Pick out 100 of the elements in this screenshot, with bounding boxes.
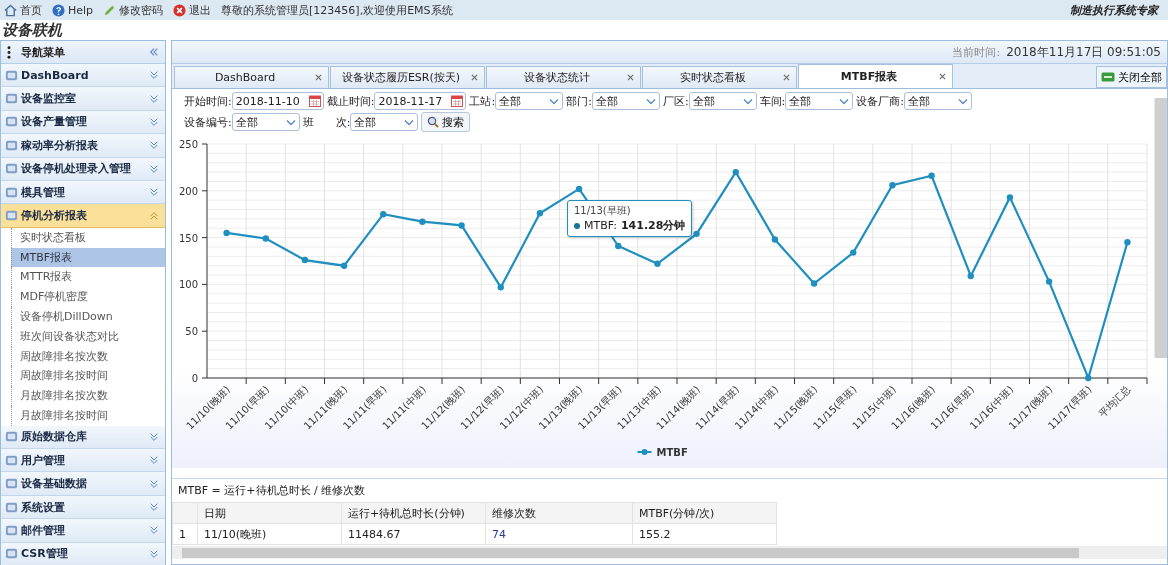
filter-label: 工站: (469, 93, 496, 109)
toolbar-link[interactable]: 首页 (4, 2, 42, 18)
tab[interactable]: MTBF报表 (798, 64, 953, 88)
close-icon[interactable] (315, 74, 322, 81)
square-icon (5, 68, 18, 82)
menu-item[interactable]: 设备停机DillDown (11, 306, 165, 327)
date-field[interactable]: 2018-11-17 (374, 92, 467, 110)
axis-tick-label: 100 (178, 279, 198, 291)
chevron-down-icon (149, 93, 159, 104)
calendar-icon[interactable] (451, 95, 464, 107)
table-cell: 74 (485, 523, 633, 545)
axis-tick-label: 150 (178, 232, 198, 244)
close-icon[interactable] (471, 74, 478, 81)
column-header: 运行+待机总时长(分钟) (341, 502, 486, 524)
time-label: 当前时间: (952, 44, 1001, 60)
data-point (419, 218, 426, 225)
close-icon[interactable] (783, 74, 790, 81)
close-all-button[interactable]: 关闭全部 (1096, 66, 1167, 88)
legend-marker-icon (636, 449, 653, 455)
chevron-down-icon (149, 455, 159, 466)
toolbar-link[interactable]: Help (52, 3, 94, 17)
pencil-icon (103, 3, 117, 17)
square-icon (5, 430, 18, 444)
filter-label: 开始时间: (184, 93, 232, 109)
toolbar-link[interactable]: 退出 (173, 2, 212, 18)
tooltip-series: MTBF: (584, 219, 617, 232)
tab[interactable]: 设备状态统计 (486, 66, 641, 88)
data-point (615, 242, 622, 250)
table-cell: 155.2 (632, 523, 777, 545)
data-point (575, 185, 583, 193)
help-icon (52, 3, 65, 17)
menu-section[interactable]: DashBoard (1, 64, 165, 88)
square-icon (5, 115, 18, 129)
menu-section[interactable]: 稼动率分析报表 (1, 134, 165, 158)
data-point (732, 168, 739, 176)
square-icon (5, 453, 18, 467)
data-point (1124, 239, 1131, 246)
chevron-down-icon (149, 163, 159, 174)
chevron-down-icon (149, 525, 159, 536)
menu-item[interactable]: MDF停机密度 (11, 287, 165, 307)
menu-section[interactable]: 邮件管理 (1, 519, 165, 543)
square-icon (5, 477, 18, 491)
tooltip-title: 11/13(早班) (574, 204, 632, 218)
menu-section[interactable]: 设备产量管理 (1, 110, 165, 135)
close-icon[interactable] (939, 73, 946, 80)
dropdown[interactable]: 全部 (785, 92, 854, 110)
menu-item[interactable]: 实时状态看板 (11, 227, 165, 248)
date-field[interactable]: 2018-11-10 (231, 92, 324, 110)
menu-section[interactable]: 设备监控室 (1, 87, 165, 111)
menu-section[interactable]: 设备基础数据 (1, 472, 165, 496)
table-cell: 11484.67 (341, 523, 486, 545)
axis-tick-label: 250 (178, 139, 198, 150)
search-button[interactable]: 搜索 (421, 112, 471, 132)
data-point (810, 280, 818, 287)
dropdown[interactable]: 全部 (591, 92, 660, 110)
app-title: 设备联机 (1, 20, 64, 40)
search-icon (427, 116, 440, 128)
dropdown[interactable]: 全部 (904, 92, 973, 110)
collapse-icon[interactable] (149, 47, 159, 57)
menu-item[interactable]: 班次间设备状态对比 (11, 326, 165, 347)
scrollbar[interactable] (172, 546, 1167, 559)
tab[interactable]: DashBoard (174, 66, 329, 88)
dropdown[interactable]: 全部 (688, 92, 757, 110)
menu-section[interactable]: CSR管理 (1, 542, 165, 565)
dropdown[interactable]: 全部 (350, 113, 419, 131)
menu-section[interactable]: 设备停机处理录入管理 (1, 157, 165, 181)
bullet-icon (574, 222, 580, 229)
menu-item[interactable]: 周故障排名按时间 (11, 366, 165, 387)
menu-item[interactable]: MTBF报表 (11, 247, 165, 268)
square-icon (5, 138, 18, 152)
data-point (1045, 278, 1053, 285)
filter-label: 部门: (566, 93, 592, 109)
chevron-down-icon (149, 116, 159, 127)
tab[interactable]: 设备状态履历ESR(按天) (330, 66, 485, 88)
close-icon[interactable] (627, 74, 634, 81)
filter-label: 截止时间: (326, 93, 375, 109)
calendar-icon[interactable] (308, 95, 321, 107)
axis-tick-label: 0 (191, 373, 198, 384)
menu-item[interactable]: 周故障排名按次数 (11, 346, 165, 367)
menu-section[interactable]: 用户管理 (1, 449, 165, 473)
menu-item[interactable]: 月故障排名按时间 (11, 405, 165, 426)
menu-item[interactable]: MTTR报表 (11, 267, 165, 288)
menu-section[interactable]: 系统设置 (1, 495, 165, 520)
chevron-down-icon (149, 502, 159, 513)
chevron-down-icon (149, 431, 159, 442)
dropdown[interactable]: 全部 (495, 92, 564, 110)
data-point (380, 211, 387, 218)
sidebar-title: 导航菜单 (21, 44, 66, 60)
data-point (301, 256, 309, 264)
menu-section[interactable]: 模具管理 (1, 180, 165, 205)
menu-item[interactable]: 月故障排名按次数 (11, 386, 165, 406)
toolbar-link[interactable]: 修改密码 (103, 2, 164, 18)
menu-section[interactable]: 原始数据仓库 (1, 425, 165, 450)
scrollbar[interactable] (1154, 98, 1167, 358)
square-icon (5, 185, 18, 199)
dropdown[interactable]: 全部 (231, 113, 300, 131)
tab[interactable]: 实时状态看板 (642, 66, 797, 88)
legend-label: MTBF (656, 447, 688, 458)
data-point (967, 272, 974, 280)
menu-section[interactable]: 停机分析报表 (1, 204, 165, 228)
